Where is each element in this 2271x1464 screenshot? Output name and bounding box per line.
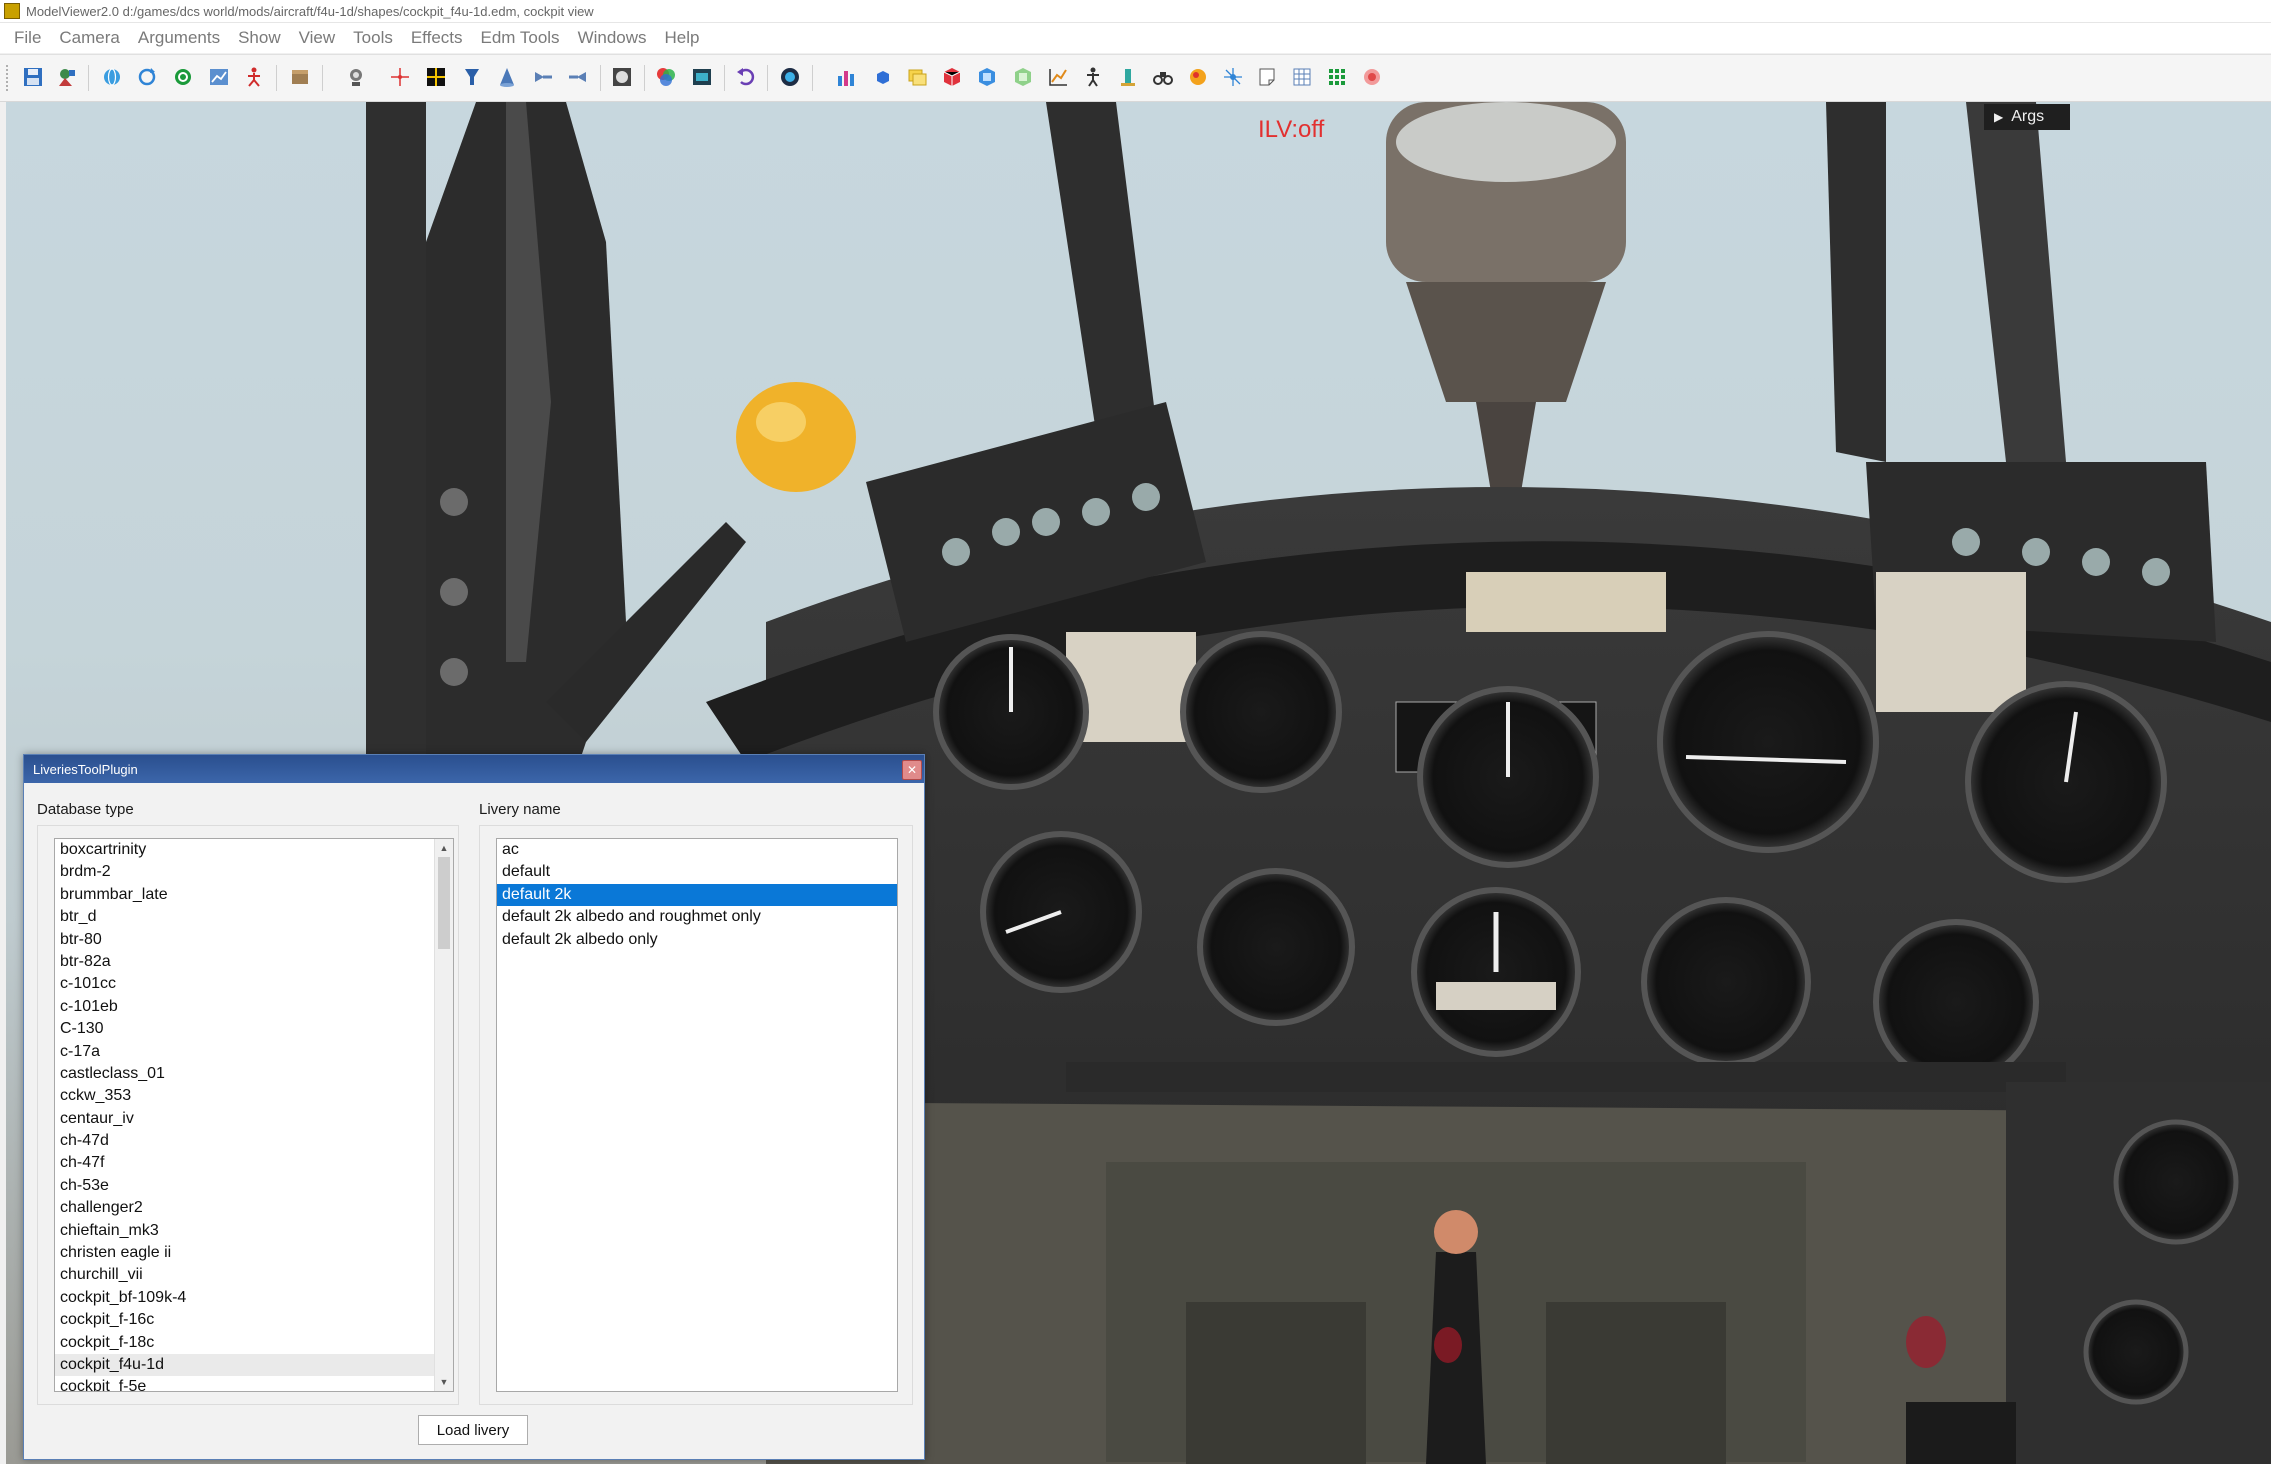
args-button-label: Args [2011,108,2045,125]
livery-list-item[interactable]: ac [497,839,897,861]
menu-view[interactable]: View [290,28,345,48]
cube-small-icon[interactable] [870,64,896,90]
database-list-item[interactable]: challenger2 [55,1197,453,1219]
toolbar-grip[interactable] [6,65,11,91]
refresh-icon[interactable] [134,64,160,90]
database-list-item[interactable]: cockpit_f-16c [55,1309,453,1331]
database-list-item[interactable]: c-101eb [55,996,453,1018]
box-icon[interactable] [287,64,313,90]
target-icon[interactable] [1359,64,1385,90]
database-list-item[interactable]: cckw_353 [55,1085,453,1107]
database-list-item[interactable]: c-101cc [55,973,453,995]
folder-icon[interactable] [904,64,930,90]
tower-icon[interactable] [1115,64,1141,90]
livery-list-item[interactable]: default 2k [497,883,897,907]
database-list-item[interactable]: boxcartrinity [55,839,453,861]
arrow-right-icon[interactable] [530,64,556,90]
main-toolbar [0,54,2271,102]
database-list-item[interactable]: churchill_vii [55,1264,453,1286]
menu-show[interactable]: Show [229,28,290,48]
menu-edm-tools[interactable]: Edm Tools [472,28,569,48]
database-list-item[interactable]: btr-82a [55,951,453,973]
close-icon[interactable]: ✕ [902,760,922,780]
database-list-item[interactable]: ch-47d [55,1130,453,1152]
menu-bar: File Camera Arguments Show View Tools Ef… [0,23,2271,53]
database-list-item[interactable]: centaur_iv [55,1108,453,1130]
liveries-tool-dialog: LiveriesToolPlugin ✕ Database type Liver… [23,754,925,1460]
expand-arrow-icon: ▶ [1994,110,2004,124]
skeleton-icon[interactable] [241,64,267,90]
lamp-icon[interactable] [459,64,485,90]
cone-icon[interactable] [494,64,520,90]
compass-icon[interactable] [777,64,803,90]
scroll-down-icon[interactable]: ▼ [435,1373,453,1391]
node-icon[interactable] [1220,64,1246,90]
database-list-item[interactable]: cockpit_bf-109k-4 [55,1287,453,1309]
database-list-item[interactable]: christen eagle ii [55,1242,453,1264]
grid-icon[interactable] [423,64,449,90]
database-type-label: Database type [37,801,134,818]
database-list-item[interactable]: cockpit_f-5e [55,1376,453,1391]
app-icon [4,3,20,19]
scroll-up-icon[interactable]: ▲ [435,839,453,857]
database-list-scrollbar[interactable]: ▲ ▼ [434,839,453,1391]
red-cube-icon[interactable] [939,64,965,90]
window-titlebar: ModelViewer2.0 d:/games/dcs world/mods/a… [0,0,2271,23]
database-list-item[interactable]: brdm-2 [55,861,453,883]
database-list-item[interactable]: ch-47f [55,1152,453,1174]
globe-icon[interactable] [99,64,125,90]
dialog-titlebar[interactable]: LiveriesToolPlugin [24,755,924,783]
database-list-item[interactable]: C-130 [55,1018,453,1040]
database-list-item[interactable]: ch-53e [55,1175,453,1197]
grid2-icon[interactable] [1289,64,1315,90]
texture-icon[interactable] [609,64,635,90]
database-list-item[interactable]: chieftain_mk3 [55,1220,453,1242]
livery-list-item[interactable]: default 2k albedo only [497,929,897,951]
circle-icon[interactable] [1185,64,1211,90]
livery-list-item[interactable]: default [497,861,897,883]
chart-icon[interactable] [206,64,232,90]
bar-chart-icon[interactable] [833,64,859,90]
load-livery-button[interactable]: Load livery [418,1415,528,1445]
window-title: ModelViewer2.0 d:/games/dcs world/mods/a… [26,3,594,19]
open-model-icon[interactable] [54,64,80,90]
args-button[interactable]: ▶ Args [1984,104,2070,130]
arrow-left-icon[interactable] [565,64,591,90]
ilv-status-label: ILV:off [1258,116,1325,143]
database-list-item[interactable]: cockpit_f4u-1d [55,1353,453,1377]
dialog-title: LiveriesToolPlugin [33,761,138,777]
save-icon[interactable] [20,64,46,90]
database-list-item[interactable]: c-17a [55,1041,453,1063]
green-cube-icon[interactable] [1010,64,1036,90]
binoculars-icon[interactable] [1150,64,1176,90]
livery-name-list[interactable]: ac default default 2k default 2k albedo and… [496,838,898,1392]
database-list-item[interactable]: btr-80 [55,929,453,951]
reload-icon[interactable] [170,64,196,90]
grid3-icon[interactable] [1324,64,1350,90]
menu-help[interactable]: Help [656,28,709,48]
menu-windows[interactable]: Windows [569,28,656,48]
menu-arguments[interactable]: Arguments [129,28,229,48]
database-list-item[interactable]: castleclass_01 [55,1063,453,1085]
database-list-item[interactable]: btr_d [55,906,453,928]
database-list-item[interactable]: brummbar_late [55,884,453,906]
menu-camera[interactable]: Camera [50,28,128,48]
menu-tools[interactable]: Tools [344,28,402,48]
color-icon[interactable] [653,64,679,90]
graph-icon[interactable] [1045,64,1071,90]
livery-name-label: Livery name [479,801,561,818]
camera-icon[interactable] [343,64,369,90]
menu-effects[interactable]: Effects [402,28,472,48]
livery-list-item[interactable]: default 2k albedo and roughmet only [497,906,897,928]
undo-icon[interactable] [733,64,759,90]
figure-icon[interactable] [1080,64,1106,90]
database-list-item[interactable]: cockpit_f-18c [55,1332,453,1354]
film-icon[interactable] [689,64,715,90]
menu-file[interactable]: File [0,28,50,48]
note-icon[interactable] [1254,64,1280,90]
database-type-list[interactable]: boxcartrinity brdm-2 brummbar_late btr_d btr… [54,838,454,1392]
scroll-thumb[interactable] [438,857,450,949]
crosshair-icon[interactable] [387,64,413,90]
blue-cube-icon[interactable] [974,64,1000,90]
